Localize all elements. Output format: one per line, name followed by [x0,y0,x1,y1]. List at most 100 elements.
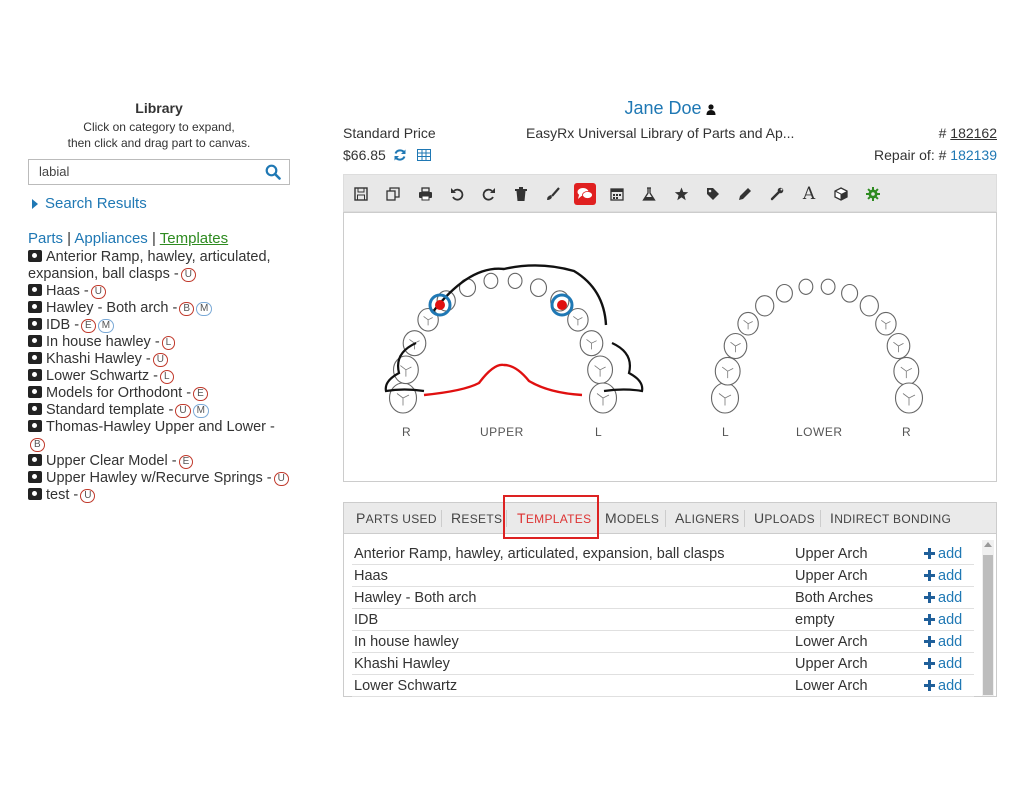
library-item[interactable]: Anterior Ramp, hawley, articulated, expa… [28,249,290,283]
tooth[interactable] [841,283,859,303]
case-number-prefix: # [938,125,951,141]
toolbar: A [343,174,997,212]
arch-badge: M [192,404,209,418]
cube-icon[interactable] [830,183,852,205]
patient-name[interactable]: Jane Doe [624,98,701,118]
calendar-icon[interactable] [606,183,628,205]
flask-icon[interactable] [638,183,660,205]
library-item[interactable]: Hawley - Both arch -BM [28,300,290,317]
price-label: Standard Price [343,125,436,141]
tooth[interactable] [798,278,814,295]
template-arch: Upper Arch [793,652,922,675]
library-item[interactable]: Lower Schwartz -L [28,368,290,385]
library-template-list: Anterior Ramp, hawley, articulated, expa… [28,249,290,504]
camera-icon [28,335,42,347]
add-button[interactable]: add [922,586,974,609]
library-instructions-line2: then click and drag part to canvas. [67,136,251,150]
search-results-label: Search Results [45,195,147,212]
copy-icon[interactable] [382,183,404,205]
tooth[interactable] [507,272,523,290]
brush-icon[interactable] [542,183,564,205]
add-label: add [938,589,963,606]
refresh-icon[interactable] [393,148,407,162]
library-item-label: test - [46,487,79,503]
upper-r-label: R [402,425,411,439]
library-item[interactable]: test -U [28,487,290,504]
scrollbar[interactable] [982,540,994,696]
library-nav-appliances[interactable]: Appliances [74,230,147,247]
scroll-up-icon[interactable] [984,542,992,547]
library-name: EasyRx Universal Library of Parts and Ap… [526,125,795,141]
tab-label-initial: M [605,510,617,526]
template-arch: Lower Arch [793,630,922,653]
library-item-label: Anterior Ramp, hawley, articulated, expa… [28,249,271,282]
library-item[interactable]: Standard template -UM [28,402,290,419]
upper-l-label: L [595,425,602,439]
active-tab-highlight [503,495,599,539]
lower-label: LOWER [796,425,843,439]
repair-number[interactable]: 182139 [950,147,997,163]
library-item[interactable]: Khashi Hawley -U [28,351,290,368]
case-number-value[interactable]: 182162 [950,125,997,141]
labial-wire[interactable] [423,363,583,397]
tab-label-initial: A [675,510,685,526]
user-icon [706,104,716,115]
tooth[interactable] [820,278,836,295]
library-item[interactable]: Upper Clear Model -E [28,453,290,470]
table-icon[interactable] [416,149,431,161]
library-item[interactable]: In house hawley -L [28,334,290,351]
library-nav-templates[interactable]: Templates [160,230,228,247]
wrench-icon[interactable] [766,183,788,205]
tab-resets[interactable]: RESETS [451,510,502,526]
add-button[interactable]: add [922,608,974,631]
tab-models[interactable]: MODELS [605,510,659,526]
star-icon[interactable] [670,183,692,205]
save-icon[interactable] [350,183,372,205]
library-item-label: Standard template - [46,402,174,418]
print-icon[interactable] [414,183,436,205]
template-arch: Lower Arch [793,674,922,697]
tab-aligners[interactable]: ALIGNERS [675,510,739,526]
template-arch: Upper Arch [793,543,922,565]
gear-icon[interactable] [862,183,884,205]
add-button[interactable]: add [922,543,974,565]
library-item[interactable]: Upper Hawley w/Recurve Springs -U [28,470,290,487]
camera-icon [28,454,42,466]
undo-icon[interactable] [446,183,468,205]
lower-arch[interactable] [710,278,924,414]
tooth[interactable] [775,283,793,303]
library-item[interactable]: Models for Orthodont -E [28,385,290,402]
caret-right-icon [32,198,38,209]
ball-clasp-left-core [435,300,445,310]
tag-icon[interactable] [702,183,724,205]
repair-of: Repair of: # 182139 [874,147,997,163]
tab-parts-used[interactable]: PARTS USED [356,510,437,526]
tooth[interactable] [859,295,879,317]
tooth[interactable] [755,295,775,317]
library-item[interactable]: IDB -EM [28,317,290,334]
tab-indirect-bonding[interactable]: INDIRECT BONDING [830,510,951,526]
plus-icon [924,656,938,672]
pencil-icon[interactable] [734,183,756,205]
redo-icon[interactable] [478,183,500,205]
comments-icon[interactable] [574,183,596,205]
tooth[interactable] [529,278,548,298]
search-icon[interactable] [265,164,281,180]
trash-icon[interactable] [510,183,532,205]
search-results-toggle[interactable]: Search Results [28,195,290,212]
tab-uploads[interactable]: UPLOADS [754,510,815,526]
tooth[interactable] [483,272,499,290]
design-canvas[interactable]: R UPPER L L LOWER R [343,212,997,482]
tab-label: ESETS [461,512,503,526]
text-icon[interactable]: A [798,183,820,205]
add-button[interactable]: add [922,652,974,675]
library-search-input[interactable] [29,160,269,182]
library-item[interactable]: Thomas-Hawley Upper and Lower -B [28,419,290,453]
library-item[interactable]: Haas -U [28,283,290,300]
add-button[interactable]: add [922,564,974,587]
add-button[interactable]: add [922,630,974,653]
library-nav-parts[interactable]: Parts [28,230,63,247]
camera-icon [28,250,42,262]
add-button[interactable]: add [922,674,974,697]
scrollbar-thumb[interactable] [983,555,993,695]
